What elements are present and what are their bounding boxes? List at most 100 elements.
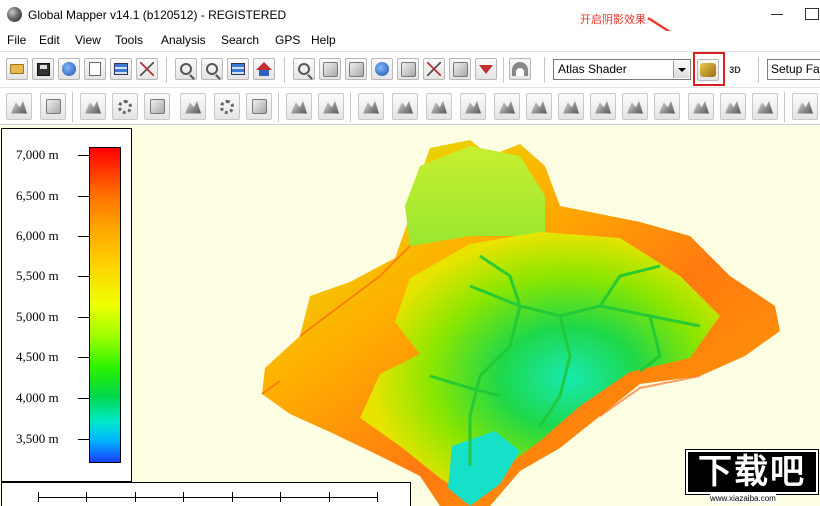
menu-help[interactable]: Help xyxy=(309,33,338,47)
highlight-box xyxy=(693,52,725,86)
zoom-in-button[interactable] xyxy=(175,58,197,80)
legend-tick xyxy=(78,439,89,440)
zoom-full-button[interactable] xyxy=(227,58,249,80)
legend-label: 4,500 m xyxy=(16,349,59,364)
terrain-f-icon xyxy=(693,100,709,114)
view-shed-icon xyxy=(499,100,515,114)
pick-button[interactable] xyxy=(397,58,419,80)
shader-select[interactable]: Atlas Shader xyxy=(553,59,691,80)
point-button[interactable] xyxy=(286,93,312,120)
terrain-smooth-button[interactable] xyxy=(392,93,418,120)
minimize-icon[interactable] xyxy=(770,6,784,22)
layers-button[interactable] xyxy=(110,58,132,80)
open-button[interactable] xyxy=(6,58,28,80)
toolbar-divider xyxy=(784,92,785,122)
terrain-g-icon xyxy=(725,100,741,114)
legend-label: 7,000 m xyxy=(16,147,59,162)
path-profile-button[interactable] xyxy=(460,93,486,120)
terrain-f-button[interactable] xyxy=(688,93,714,120)
terrain-e-button[interactable] xyxy=(654,93,680,120)
terrain-b-button[interactable] xyxy=(558,93,584,120)
tower-icon xyxy=(427,62,441,76)
terrain-i-icon xyxy=(797,100,813,114)
legend-tick xyxy=(78,236,89,237)
info-button[interactable] xyxy=(371,58,393,80)
terrain-edit-icon xyxy=(363,100,379,114)
move-button[interactable] xyxy=(180,93,206,120)
toolbar-divider xyxy=(503,57,504,83)
line-button[interactable] xyxy=(80,93,106,120)
feature-button[interactable] xyxy=(144,93,170,120)
rotate-icon xyxy=(220,99,234,114)
legend-tick xyxy=(78,196,89,197)
save-button[interactable] xyxy=(32,58,54,80)
zoom-in-icon xyxy=(180,63,192,75)
menu-view[interactable]: View xyxy=(73,33,103,47)
pick-icon xyxy=(400,61,416,77)
dropdown-button[interactable] xyxy=(475,58,497,80)
digitize-button[interactable] xyxy=(6,93,32,120)
scale-tick xyxy=(183,492,184,502)
layers-icon xyxy=(114,63,128,75)
terrain-a-button[interactable] xyxy=(526,93,552,120)
area-button[interactable] xyxy=(112,93,138,120)
legend-label: 3,500 m xyxy=(16,431,59,446)
terrain-edit-button[interactable] xyxy=(358,93,384,120)
home-button[interactable] xyxy=(253,58,275,80)
edit-vertex-button[interactable] xyxy=(40,93,66,120)
chevron-down-icon[interactable] xyxy=(673,61,689,78)
globe-button[interactable] xyxy=(58,58,80,80)
edit-vertex-icon xyxy=(45,99,61,114)
menu-edit[interactable]: Edit xyxy=(37,33,62,47)
legend-tick xyxy=(78,155,89,156)
path-button[interactable] xyxy=(449,58,471,80)
color-ramp xyxy=(89,147,121,463)
arch-button[interactable] xyxy=(509,58,531,80)
pan-button[interactable] xyxy=(319,58,341,80)
menu-analysis[interactable]: Analysis xyxy=(159,33,208,47)
document-button[interactable] xyxy=(84,58,106,80)
toolbar-divider xyxy=(350,92,351,122)
maximize-icon[interactable] xyxy=(805,8,819,20)
scale-line xyxy=(38,497,378,498)
tools-button[interactable] xyxy=(136,58,158,80)
tools-icon xyxy=(140,62,154,76)
toolbar-divider xyxy=(758,57,759,83)
terrain-lower-button[interactable] xyxy=(426,93,452,120)
legend-label: 4,000 m xyxy=(16,390,59,405)
menu-gps[interactable]: GPS xyxy=(273,33,302,47)
view-shed-button[interactable] xyxy=(494,93,520,120)
scale-tick xyxy=(232,492,233,502)
split-button[interactable] xyxy=(318,93,344,120)
measure-button[interactable] xyxy=(345,58,367,80)
arch-icon xyxy=(512,62,528,76)
measure-icon xyxy=(348,61,364,77)
zoom-out-icon xyxy=(206,63,218,75)
legend-label: 6,500 m xyxy=(16,188,59,203)
info-icon xyxy=(375,62,389,76)
legend-tick xyxy=(78,317,89,318)
pan-icon xyxy=(322,61,338,77)
rotate-button[interactable] xyxy=(214,93,240,120)
3d-view-button[interactable]: 3D xyxy=(724,59,746,81)
scale-tick xyxy=(38,492,39,502)
tower-button[interactable] xyxy=(423,58,445,80)
grid-icon xyxy=(251,99,267,114)
watermark-logo: 下载吧 xyxy=(685,449,819,495)
legend-label: 5,000 m xyxy=(16,309,59,324)
setup-favorites-select[interactable]: Setup Fav xyxy=(767,59,820,80)
menu-tools[interactable]: Tools xyxy=(113,33,145,47)
terrain-d-button[interactable] xyxy=(622,93,648,120)
menu-search[interactable]: Search xyxy=(219,33,261,47)
watermark-url: www.xiazaiba.com xyxy=(710,494,776,503)
terrain-g-button[interactable] xyxy=(720,93,746,120)
terrain-c-button[interactable] xyxy=(590,93,616,120)
grid-button[interactable] xyxy=(246,93,272,120)
terrain-b-icon xyxy=(563,100,579,114)
legend-tick xyxy=(78,276,89,277)
menu-file[interactable]: File xyxy=(5,33,28,47)
zoom-rect-button[interactable] xyxy=(293,58,315,80)
zoom-out-button[interactable] xyxy=(201,58,223,80)
terrain-h-button[interactable] xyxy=(752,93,778,120)
terrain-i-button[interactable] xyxy=(792,93,818,120)
